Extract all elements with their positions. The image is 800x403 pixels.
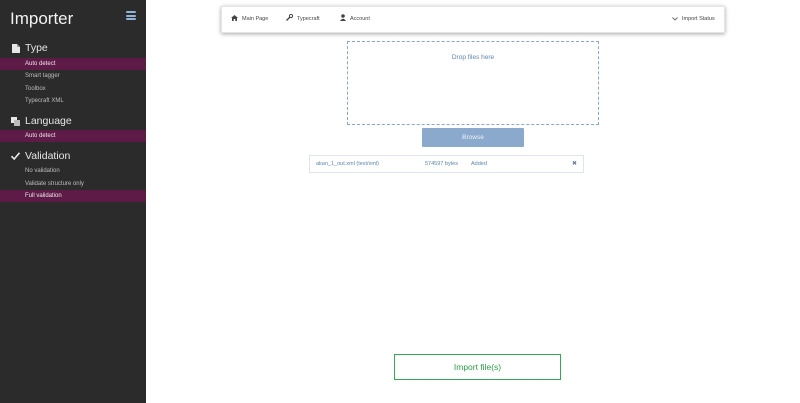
section-title-validation: Validation: [10, 150, 70, 162]
nav-label: Typecraft: [297, 16, 320, 22]
file-icon: [10, 43, 21, 53]
section-title-label: Type: [25, 42, 48, 54]
sidebar-item-no-validation[interactable]: No validation: [0, 165, 146, 177]
wrench-icon: [286, 7, 294, 32]
file-drop-zone[interactable]: Drop files here: [347, 41, 599, 125]
sidebar-item-toolbox[interactable]: Toolbox: [0, 83, 146, 95]
top-navbar: Main Page Typecraft Account Import Statu…: [221, 6, 725, 33]
nav-typecraft[interactable]: Typecraft: [286, 7, 320, 32]
nav-account[interactable]: Account: [340, 7, 370, 32]
sidebar-item-smart-tagger[interactable]: Smart tagger: [0, 70, 146, 82]
section-title-language: Language: [10, 115, 72, 127]
file-status: Added: [471, 161, 487, 167]
hamburger-icon[interactable]: [126, 11, 136, 20]
section-title-label: Language: [25, 115, 72, 127]
sidebar-item-validate-structure[interactable]: Validate structure only: [0, 178, 146, 190]
check-icon: [10, 152, 21, 160]
language-icon: [10, 116, 21, 126]
file-size: 574597 bytes: [425, 161, 459, 167]
nav-label: Import Status: [682, 16, 715, 22]
nav-import-status[interactable]: Import Status: [672, 7, 715, 32]
nav-label: Account: [350, 16, 370, 22]
nav-label: Main Page: [242, 16, 269, 22]
home-icon: [231, 7, 238, 32]
remove-file-icon[interactable]: ✖: [572, 156, 577, 172]
section-title-type: Type: [10, 42, 48, 54]
sidebar-item-language-auto-detect[interactable]: Auto detect: [0, 130, 146, 142]
nav-main-page[interactable]: Main Page: [231, 7, 268, 32]
file-list-item: akan_1_out.xml (text/xml) 574597 bytes A…: [309, 155, 584, 173]
section-title-label: Validation: [25, 150, 71, 162]
app-title: Importer: [10, 9, 74, 28]
sidebar: Importer Type Auto detect Smart tagger T…: [0, 0, 146, 403]
browse-button[interactable]: Browse: [422, 128, 524, 147]
import-files-button[interactable]: Import file(s): [394, 354, 561, 380]
chevron-down-icon: [672, 7, 678, 32]
user-icon: [340, 7, 346, 32]
sidebar-item-typecraft-xml[interactable]: Typecraft XML: [0, 95, 146, 107]
drop-zone-label: Drop files here: [451, 54, 495, 61]
sidebar-item-full-validation[interactable]: Full validation: [0, 190, 146, 202]
sidebar-item-type-auto-detect[interactable]: Auto detect: [0, 58, 146, 70]
file-name: akan_1_out.xml (text/xml): [316, 161, 379, 167]
